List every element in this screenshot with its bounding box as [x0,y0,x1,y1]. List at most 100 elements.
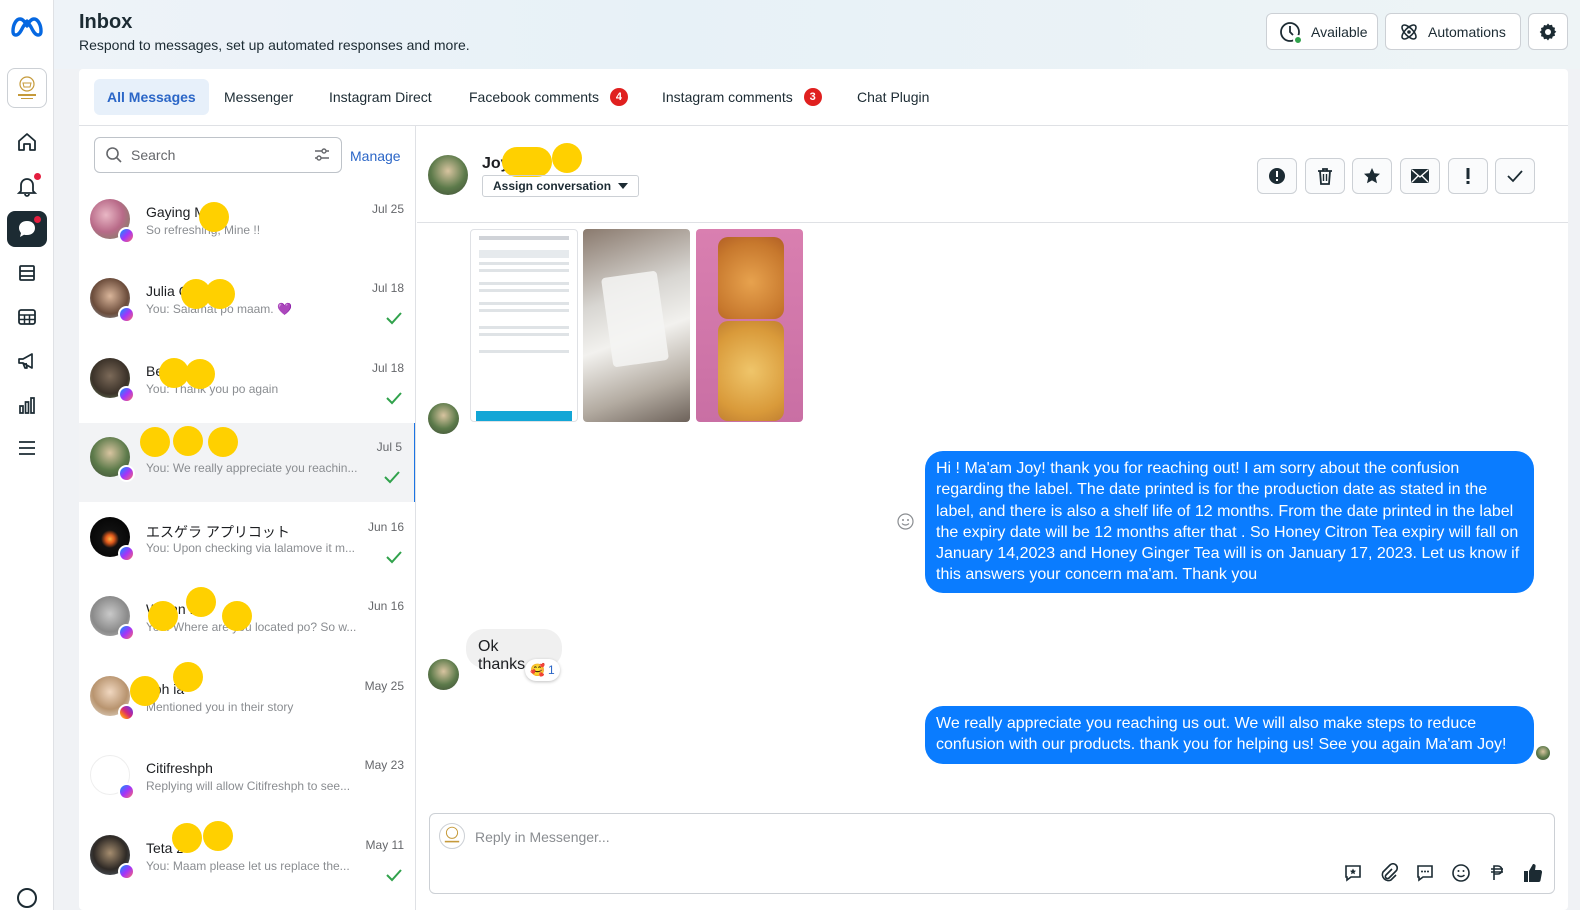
seen-receipt-avatar [1536,746,1550,760]
planner-nav[interactable] [7,299,47,335]
left-nav-rail [0,0,54,910]
settings-button[interactable] [1528,13,1568,50]
message-snippet: Mentioned you in their story [146,700,294,714]
react-emoji-icon[interactable] [897,513,914,530]
message-bubble-icon[interactable] [1413,861,1437,885]
spam-button[interactable] [1257,158,1297,194]
reply-composer[interactable]: Reply in Messenger... [429,813,1555,894]
conversation-item[interactable]: Teta z You: Maam please let us replace t… [79,821,415,900]
redaction-mark [148,601,178,631]
shared-image-receipt[interactable] [470,229,578,422]
avatar [90,755,135,800]
automations-icon [1401,23,1417,40]
mark-unread-button[interactable] [1400,158,1440,194]
star-button[interactable] [1352,158,1392,194]
menu-nav[interactable] [7,430,47,466]
saved-reply-icon[interactable] [1341,861,1365,885]
conversation-item[interactable]: W ynn Ka You: Where are you located po? … [79,582,415,661]
meta-logo-icon[interactable] [9,14,45,38]
messenger-icon [118,863,135,880]
redaction-mark [222,601,252,631]
tab-chat-plugin[interactable]: Chat Plugin [844,79,942,115]
tab-all-messages[interactable]: All Messages [94,79,209,115]
messenger-icon [118,386,135,403]
attachment-icon[interactable] [1377,861,1401,885]
manage-link[interactable]: Manage [350,148,401,164]
avatar [90,437,135,482]
reaction-emoji: 🥰 [530,663,545,677]
assign-conversation-dropdown[interactable]: Assign conversation [482,175,640,197]
count-badge: 3 [803,88,822,106]
gear-icon [1539,23,1557,40]
channel-tabs: All Messages Messenger Instagram Direct … [79,69,1568,126]
contact-name: エスゲラ アプリコット [146,524,290,540]
tab-label: Instagram Direct [329,89,432,105]
messenger-icon [118,306,135,323]
conversation-item[interactable]: Citifreshph Replying will allow Citifres… [79,741,415,820]
redaction-mark [552,143,582,173]
delete-button[interactable] [1305,158,1345,194]
redaction-mark [172,823,202,853]
replied-check-icon [384,471,400,484]
insights-nav[interactable] [7,387,47,423]
contact-avatar[interactable] [428,155,468,195]
page-avatar-small [439,823,465,849]
redaction-mark [130,676,160,706]
assign-label: Assign conversation [493,179,612,193]
instagram-icon [118,704,135,721]
message-date: Jun 16 [367,520,404,534]
thumbs-up-icon[interactable] [1521,861,1545,885]
ads-nav[interactable] [7,343,47,379]
message-reaction[interactable]: 🥰 1 [525,659,560,681]
shared-image-jars-photo[interactable] [696,229,803,422]
message-date: May 25 [364,679,404,693]
tab-facebook-comments[interactable]: Facebook comments 4 [456,79,641,115]
avatar [90,835,135,880]
contact-avatar [428,659,459,690]
help-icon[interactable] [17,888,37,908]
inbox-nav[interactable] [7,211,47,247]
availability-label: Available [1311,23,1368,40]
conversation-item[interactable]: Julia C You: Salamat po maam. 💜 Jul 18 [79,264,415,343]
tab-messenger[interactable]: Messenger [211,79,306,115]
notifications-nav[interactable] [7,168,47,204]
conversation-item[interactable]: Gaying M es So refreshing, Mine !! Jul 2… [79,185,415,264]
filter-icon[interactable] [313,146,331,164]
message-snippet: Replying will allow Citifreshph to see..… [146,779,351,793]
automations-label: Automations [1428,23,1506,40]
message-date: Jul 25 [371,202,404,216]
redaction-mark [205,279,235,309]
reply-input[interactable]: Reply in Messenger... [475,829,610,845]
citifresh-logo-icon [18,76,36,99]
redaction-mark [173,426,203,456]
follow-up-button[interactable] [1448,158,1488,194]
conversation-item-selected[interactable]: er You: We really appreciate you reachin… [79,423,415,502]
availability-button[interactable]: Available [1266,13,1378,50]
avatar [90,358,135,403]
content-nav[interactable] [7,255,47,291]
conversation-item[interactable]: Be You: Thank you po again Jul 18 [79,344,415,423]
peso-payment-icon[interactable] [1485,861,1509,885]
replied-check-icon [386,869,402,882]
search-icon [106,147,122,163]
tab-instagram-comments[interactable]: Instagram comments 3 [649,79,835,115]
outgoing-message: We really appreciate you reaching us out… [925,706,1534,764]
conversation-view: Joy Assign conversation Hi ! Ma'am Joy! … [417,126,1568,910]
exclamation-icon [1466,168,1470,184]
conversation-item[interactable]: eph ia Mentioned you in their story May … [79,662,415,741]
home-nav[interactable] [7,124,47,160]
automations-button[interactable]: Automations [1385,13,1521,50]
content-icon [19,265,35,281]
trash-icon [1318,168,1332,185]
avatar [90,676,135,721]
shared-image-label-photo[interactable] [583,229,690,422]
emoji-icon[interactable] [1449,861,1473,885]
conversation-header: Joy Assign conversation [417,126,1568,223]
tab-instagram-direct[interactable]: Instagram Direct [316,79,445,115]
mark-done-button[interactable] [1495,158,1535,194]
page-header: Inbox Respond to messages, set up automa… [54,0,1580,69]
conversation-item[interactable]: エスゲラ アプリコット You: Upon checking via lalam… [79,503,415,582]
search-input[interactable]: Search [94,137,342,173]
page-avatar[interactable] [7,68,47,108]
redaction-mark [208,427,238,457]
